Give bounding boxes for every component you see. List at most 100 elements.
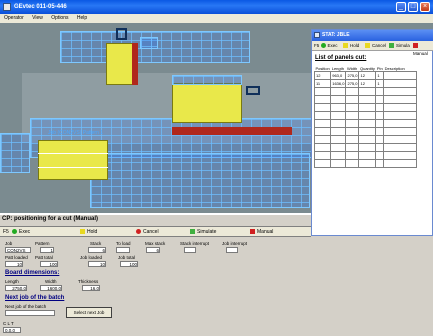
stack-interrupt-field[interactable] [184,247,196,253]
job-loaded-field[interactable]: 10 [88,261,106,267]
select-next-job-button[interactable]: Select next Job [66,307,112,318]
manual-icon [413,43,418,49]
stack-label: Stack [90,241,102,246]
next-job-field-label: Next job of the batch [5,304,47,309]
clamp-head [246,86,260,95]
pattern-preview [38,140,108,180]
pattern-label: Job (CON2VS) Pattern 1 [48,130,104,136]
job-field[interactable]: CON2VS [5,247,31,253]
stat-exec-button[interactable]: F5 Exec [313,42,338,50]
table-row[interactable] [313,111,418,120]
maximize-button[interactable]: □ [408,2,418,12]
f5-key-label: F5 [314,43,320,48]
patt-total-field[interactable]: 100 [40,261,58,267]
board-dimensions-heading: Board dimensions: [5,270,60,276]
stat-simulate-button[interactable]: Simula [388,42,410,50]
col-quantity: Quantity [359,66,375,71]
table-row[interactable] [313,135,418,144]
pattern-field[interactable]: 1 [40,247,54,253]
pusher-head [116,28,127,40]
window-title: GEvtec 011-05-446 [14,4,67,10]
job-total-label: Job total [118,255,136,260]
stat-cancel-label: Cancel [372,43,387,48]
panel-on-table [172,83,242,123]
gripper-rear [140,37,158,49]
stat-window-footer [311,236,433,336]
max-stack-label: Max stack [145,241,166,246]
menu-operator[interactable]: Operator [4,15,24,21]
cp-simulate-button[interactable]: Simulate [190,228,216,237]
table-row[interactable] [313,87,418,96]
stat-title: STAT: JBLE [322,32,350,38]
stat-window: STAT: JBLE F5 Exec Hold Cancel Simula Ma… [311,29,433,236]
max-stack-field[interactable]: 6 [146,247,160,253]
col-width: Width [346,66,358,71]
cp-exec-button[interactable]: Exec [12,228,30,237]
table-row[interactable]: 12 963,0 275,0 12 1 [313,71,418,80]
table-row[interactable] [313,151,418,160]
stat-toolbar: F5 Exec Hold Cancel Simula Manual [312,41,433,56]
table-row[interactable] [313,95,418,104]
stat-simulate-label: Simula [396,43,410,48]
close-button[interactable]: × [420,2,430,12]
cp-manual-button[interactable]: Manual [250,228,273,237]
window-titlebar[interactable]: GEvtec 011-05-446 [0,0,433,14]
menu-help[interactable]: Help [77,15,87,21]
length-field[interactable]: 2750,0 [5,285,27,291]
cell-description [383,71,418,80]
menu-options[interactable]: Options [51,15,68,21]
table-row[interactable]: 11 1636,0 275,0 12 1 [313,79,418,88]
table-row[interactable] [313,103,418,112]
table-row[interactable] [313,143,418,152]
cell-width: 275,0 [345,71,360,80]
cp-manual-label: Manual [257,229,274,235]
stat-manual-button[interactable]: Manual [412,42,433,56]
cp-hold-button[interactable]: Hold [80,228,97,237]
menu-view[interactable]: View [32,15,43,21]
cp-window: CP: positioning for a cut (Manual) F5 Ex… [0,213,311,336]
job-total-field[interactable]: 100 [120,261,138,267]
patt-loaded-label: Patt loaded [5,255,28,260]
stat-cancel-button[interactable]: Cancel [364,42,386,50]
patt-total-label: Patt total [35,255,53,260]
stat-hold-button[interactable]: Hold [342,42,359,50]
next-job-field[interactable] [5,310,55,316]
thickness-field[interactable]: 16,0 [82,285,100,291]
green-dot-icon [12,229,17,235]
cp-hold-label: Hold [87,229,98,235]
simulate-icon [389,43,394,49]
pattern-cut-line [38,153,108,154]
table-row[interactable] [313,159,418,168]
job-interrupt-label: Job interrupt [222,241,248,246]
pressure-beam [172,75,242,85]
width-field[interactable]: 1600,0 [40,285,62,291]
cp-cancel-button[interactable]: Cancel [136,228,159,237]
col-length: Length [331,66,344,71]
saw-fence-rear [132,43,138,85]
pattern-cut-line [38,167,108,168]
to-load-field[interactable] [116,247,130,253]
cell-pin: 1 [375,79,385,88]
table-row[interactable] [313,127,418,136]
patt-loaded-field[interactable]: 10 [5,261,23,267]
length-label: Length [5,279,19,284]
manual-icon [250,229,255,235]
clt-field: 0.0.0 [3,327,21,333]
cell-length: 963,0 [330,71,347,80]
job-interrupt-field[interactable] [226,247,238,253]
cp-simulate-label: Simulate [197,229,217,235]
yellow-square-icon [343,43,348,49]
job-label: Job [5,241,13,246]
next-job-heading: Next job of the batch [5,295,65,301]
cell-width: 275,0 [345,79,360,88]
stat-titlebar[interactable]: STAT: JBLE [312,30,433,41]
yellow-square-icon [80,229,85,235]
clt-label: C L T [3,321,14,326]
width-label: Width [45,279,57,284]
stack-field[interactable]: 6 [88,247,106,253]
red-dot-icon [136,229,141,235]
stat-hold-label: Hold [350,43,360,48]
table-row[interactable] [313,119,418,128]
panels-cut-table: Position Length Width Quantity Pin Descr… [313,66,418,168]
minimize-button[interactable]: _ [396,2,406,12]
